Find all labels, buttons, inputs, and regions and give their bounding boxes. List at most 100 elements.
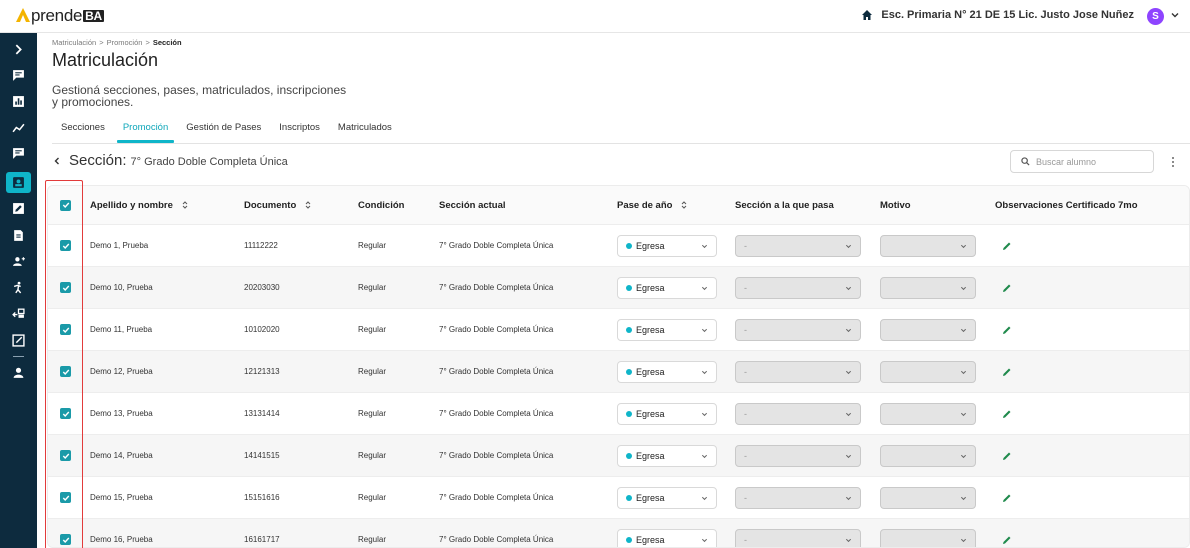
seccion-pasa-select[interactable]: - <box>735 309 861 350</box>
avatar[interactable]: S <box>1147 8 1164 25</box>
row-checkbox[interactable] <box>60 309 71 350</box>
swap-icon[interactable] <box>9 304 28 323</box>
sort-icon[interactable] <box>304 200 312 210</box>
app-logo[interactable]: prende BA <box>16 6 104 26</box>
edit-observaciones[interactable] <box>1002 267 1012 308</box>
header-label: Documento <box>244 199 297 211</box>
status-dot-icon <box>626 326 632 333</box>
chevron-down-icon <box>701 412 708 416</box>
id-card-icon[interactable] <box>6 172 31 193</box>
row-checkbox[interactable] <box>60 267 71 308</box>
pase-select[interactable]: Egresa <box>617 393 717 434</box>
trend-icon[interactable] <box>9 118 28 137</box>
pase-select[interactable]: Egresa <box>617 351 717 392</box>
expand-icon[interactable] <box>9 40 28 59</box>
seccion-pasa-select[interactable]: - <box>735 519 861 547</box>
seccion-pasa-select[interactable]: - <box>735 435 861 476</box>
pase-select[interactable]: Egresa <box>617 267 717 308</box>
breadcrumb-current: Sección <box>152 38 182 47</box>
status-dot-icon <box>626 536 632 543</box>
edit-observaciones[interactable] <box>1002 225 1012 266</box>
pase-select[interactable]: Egresa <box>617 477 717 518</box>
tab-gestion-pases[interactable]: Gestión de Pases <box>177 123 270 143</box>
motivo-select[interactable] <box>880 477 976 518</box>
student-condicion: Regular <box>358 409 387 418</box>
tab-inscriptos[interactable]: Inscriptos <box>270 123 329 143</box>
add-user-icon[interactable] <box>9 252 28 271</box>
edit-observaciones[interactable] <box>1002 309 1012 350</box>
motivo-select[interactable] <box>880 225 976 266</box>
row-checkbox[interactable] <box>60 519 71 547</box>
pase-select[interactable]: Egresa <box>617 519 717 547</box>
profile-icon[interactable] <box>9 363 28 382</box>
row-checkbox[interactable] <box>60 435 71 476</box>
row-checkbox[interactable] <box>60 351 71 392</box>
table-row: Demo 16, Prueba 16161717 Regular 7° Grad… <box>48 518 1189 547</box>
edit-box-icon[interactable] <box>9 199 28 218</box>
seccion-pasa-select[interactable]: - <box>735 225 861 266</box>
seccion-pasa-select[interactable]: - <box>735 393 861 434</box>
row-checkbox[interactable] <box>60 393 71 434</box>
motivo-select[interactable] <box>880 351 976 392</box>
check-icon <box>62 285 69 291</box>
tab-secciones[interactable]: Secciones <box>52 123 114 143</box>
sort-icon[interactable] <box>181 200 189 210</box>
chat-icon[interactable] <box>9 66 28 85</box>
logo-a-icon <box>16 8 30 24</box>
person-walk-icon[interactable] <box>9 278 28 297</box>
chevron-down-icon <box>960 412 967 416</box>
seccion-pasa-select[interactable]: - <box>735 267 861 308</box>
row-checkbox[interactable] <box>60 477 71 518</box>
select-all-checkbox[interactable] <box>60 186 71 224</box>
check-icon <box>62 453 69 459</box>
header-apellido[interactable]: Apellido y nombre <box>90 186 189 224</box>
document-icon[interactable] <box>9 226 28 245</box>
edit-observaciones[interactable] <box>1002 477 1012 518</box>
header-documento[interactable]: Documento <box>244 186 312 224</box>
search-input[interactable]: Buscar alumno <box>1010 150 1154 173</box>
motivo-select[interactable] <box>880 267 976 308</box>
pencil-icon <box>1003 452 1011 460</box>
edit-observaciones[interactable] <box>1002 351 1012 392</box>
breadcrumb-separator: > <box>99 38 104 47</box>
more-options-icon[interactable] <box>1171 155 1175 169</box>
motivo-select[interactable] <box>880 519 976 547</box>
student-documento: 15151616 <box>244 493 280 502</box>
breadcrumb-item[interactable]: Promoción <box>107 38 143 47</box>
school-name: Esc. Primaria N° 21 DE 15 Lic. Justo Jos… <box>881 9 1134 21</box>
pase-select[interactable]: Egresa <box>617 225 717 266</box>
chat-icon[interactable] <box>9 144 28 163</box>
school-selector[interactable]: Esc. Primaria N° 21 DE 15 Lic. Justo Jos… <box>861 9 1134 21</box>
sort-icon[interactable] <box>680 200 688 210</box>
edit-observaciones[interactable] <box>1002 393 1012 434</box>
chevron-left-icon[interactable] <box>52 156 62 166</box>
motivo-select[interactable] <box>880 435 976 476</box>
edit-observaciones[interactable] <box>1002 519 1012 547</box>
chevron-down-icon <box>701 538 708 542</box>
row-checkbox[interactable] <box>60 225 71 266</box>
breadcrumb-item[interactable]: Matriculación <box>52 38 96 47</box>
student-condicion: Regular <box>358 241 387 250</box>
chevron-down-icon <box>845 412 852 416</box>
chevron-down-icon[interactable] <box>1170 10 1180 20</box>
header-seccion-pasa: Sección a la que pasa <box>735 199 834 211</box>
pase-select[interactable]: Egresa <box>617 309 717 350</box>
student-name: Demo 16, Prueba <box>90 535 153 544</box>
table-row: Demo 1, Prueba 11112222 Regular 7° Grado… <box>48 224 1189 266</box>
bar-chart-icon[interactable] <box>9 92 28 111</box>
pase-select[interactable]: Egresa <box>617 435 717 476</box>
motivo-select[interactable] <box>880 309 976 350</box>
external-edit-icon[interactable] <box>9 331 28 350</box>
check-icon <box>62 411 69 417</box>
tab-promocion[interactable]: Promoción <box>114 123 177 143</box>
motivo-select[interactable] <box>880 393 976 434</box>
tab-matriculados[interactable]: Matriculados <box>329 123 401 143</box>
chevron-down-icon <box>845 328 852 332</box>
header-pase[interactable]: Pase de año <box>617 186 688 224</box>
seccion-pasa-select[interactable]: - <box>735 351 861 392</box>
edit-observaciones[interactable] <box>1002 435 1012 476</box>
seccion-pasa-select[interactable]: - <box>735 477 861 518</box>
check-icon <box>62 202 69 209</box>
pencil-icon <box>1003 326 1011 334</box>
pase-value: Egresa <box>636 366 665 377</box>
